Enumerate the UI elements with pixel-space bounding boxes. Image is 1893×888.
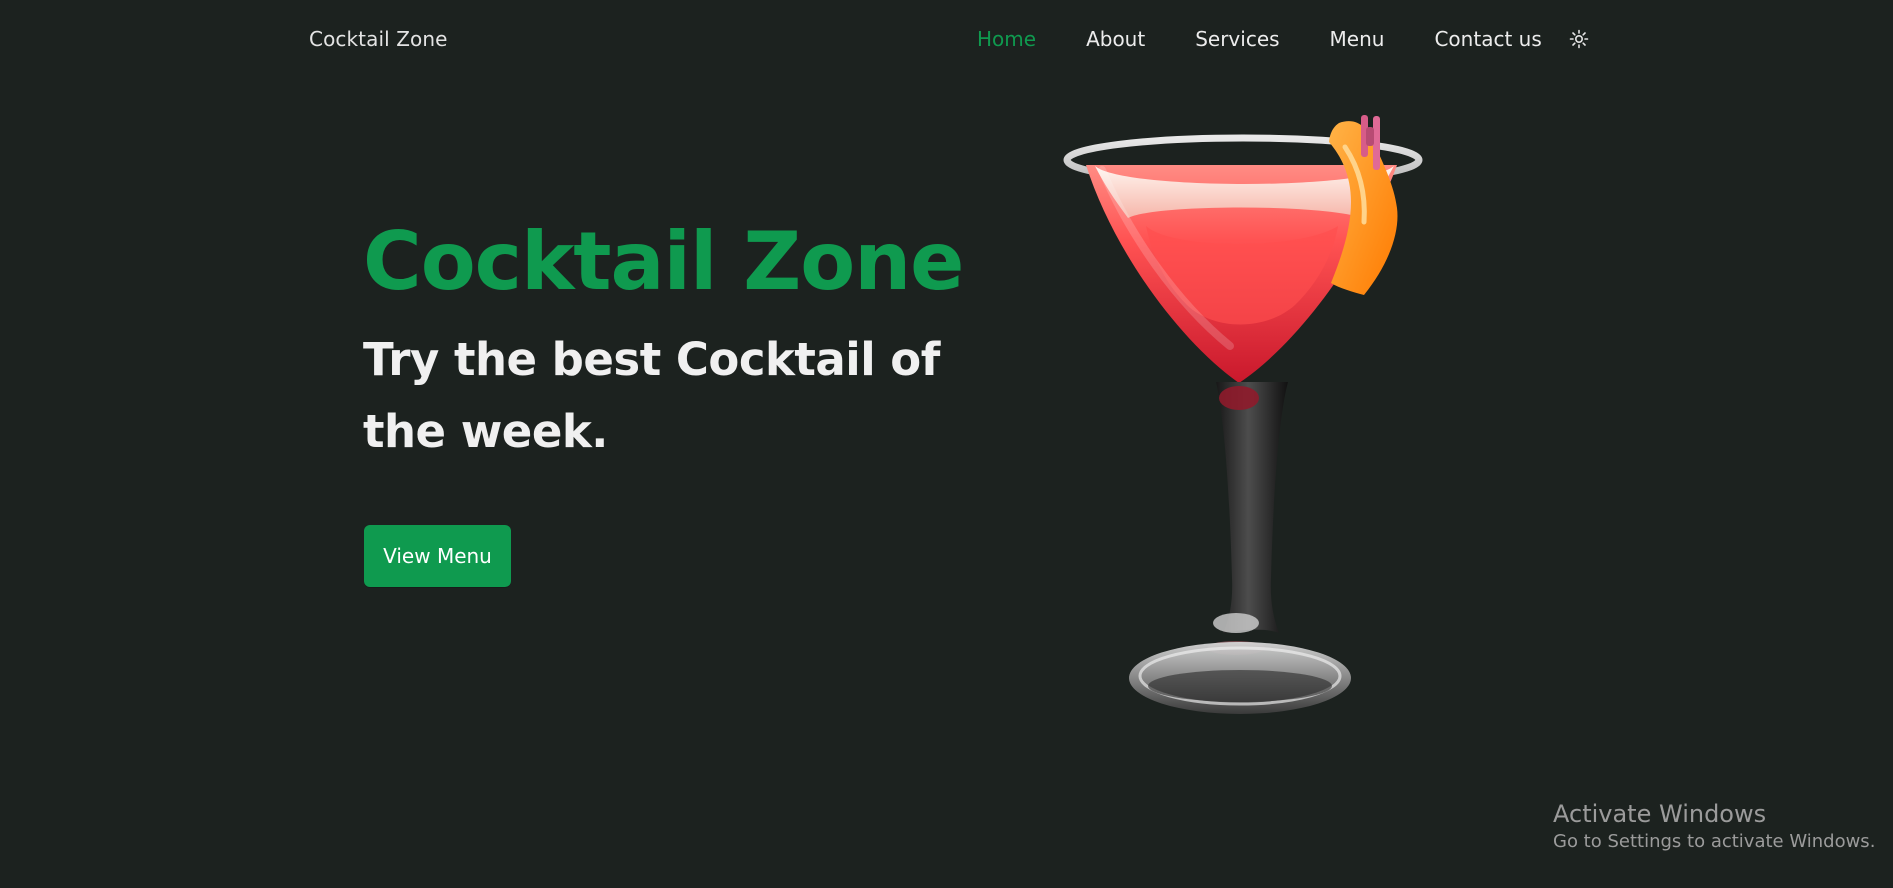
cocktail-illustration xyxy=(1063,115,1423,714)
site-header: Cocktail Zone Home About Services Menu C… xyxy=(0,0,1893,80)
nav-menu[interactable]: Menu xyxy=(1330,26,1385,52)
hero-subtitle: Try the best Cocktail of the week. xyxy=(363,333,940,458)
activation-text: Go to Settings to activate Windows. xyxy=(1553,831,1876,852)
sun-icon xyxy=(1569,29,1589,49)
hero-copy: Cocktail Zone Try the best Cocktail of t… xyxy=(363,214,983,468)
windows-activation-watermark: Activate Windows Go to Settings to activ… xyxy=(1553,800,1875,854)
view-menu-button[interactable]: View Menu xyxy=(364,525,511,587)
nav-home[interactable]: Home xyxy=(977,26,1036,52)
hero-title: Cocktail Zone xyxy=(363,215,964,308)
nav-about[interactable]: About xyxy=(1086,26,1145,52)
brand-logo[interactable]: Cocktail Zone xyxy=(309,26,448,52)
main-nav: Home About Services Menu Contact us xyxy=(977,26,1542,52)
activation-title: Activate Windows xyxy=(1553,800,1767,828)
nav-contact[interactable]: Contact us xyxy=(1434,26,1541,52)
theme-toggle-button[interactable] xyxy=(1569,29,1589,49)
nav-services[interactable]: Services xyxy=(1195,26,1279,52)
cocktail-image xyxy=(1052,108,1435,728)
